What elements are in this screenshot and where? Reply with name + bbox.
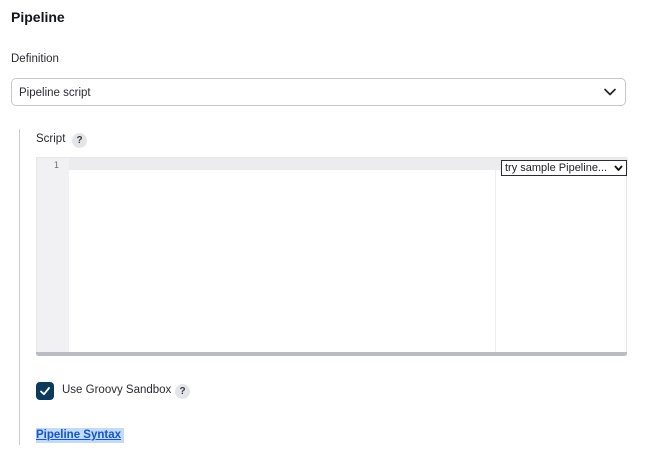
- nested-section-bar: [19, 129, 20, 445]
- script-help-icon[interactable]: ?: [72, 133, 87, 148]
- pipeline-syntax-link[interactable]: Pipeline Syntax: [36, 428, 125, 443]
- groovy-sandbox-label: Use Groovy Sandbox: [62, 384, 172, 396]
- groovy-sandbox-checkbox[interactable]: [36, 382, 54, 400]
- line-number: 1: [53, 161, 59, 171]
- editor-horizontal-scrollbar[interactable]: [36, 352, 627, 356]
- definition-label: Definition: [11, 53, 59, 65]
- chevron-down-icon: [604, 88, 616, 96]
- checkmark-icon: [40, 387, 50, 396]
- section-title: Pipeline: [11, 9, 65, 25]
- sample-pipeline-value: try sample Pipeline...: [505, 162, 608, 174]
- sample-pipeline-select[interactable]: try sample Pipeline...: [501, 160, 627, 176]
- editor-gutter: 1: [37, 158, 69, 353]
- sandbox-help-icon[interactable]: ?: [175, 384, 190, 399]
- editor-divider: [495, 170, 496, 353]
- chevron-down-icon: [614, 165, 623, 171]
- script-editor[interactable]: 1: [36, 157, 628, 356]
- definition-select[interactable]: Pipeline script: [11, 78, 626, 106]
- definition-selected-value: Pipeline script: [19, 87, 91, 99]
- script-label: Script: [36, 133, 66, 145]
